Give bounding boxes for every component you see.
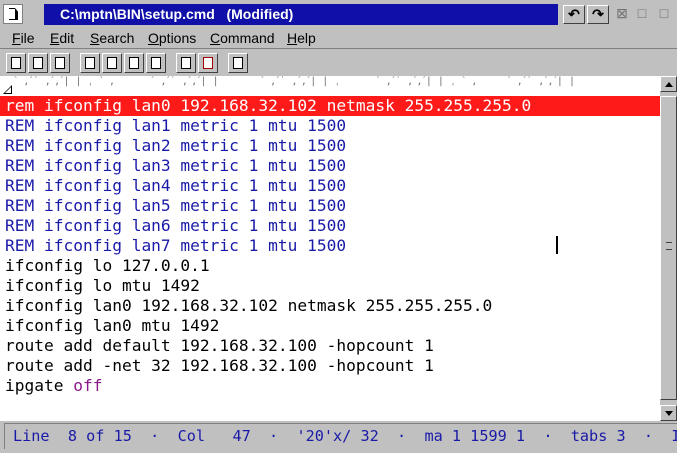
save-icon[interactable] — [6, 53, 26, 73]
text-line[interactable]: ifconfig lo 127.0.0.1 — [0, 256, 660, 276]
ruler-corner-icon — [3, 85, 12, 94]
text-line[interactable]: REM ifconfig lan5 metric 1 mtu 1500 — [0, 196, 660, 216]
vertical-scrollbar[interactable] — [660, 76, 677, 421]
replace-icon[interactable] — [198, 53, 218, 73]
find-icon[interactable] — [176, 53, 196, 73]
tab-ruler[interactable]: ˋ ,ˊ˙ ,ˊ,ˊ| | ˌ ˋ , ˋ ,ˊ˙ ,ˊ,ˊ| | ˋ ,ˊ˙ … — [0, 76, 660, 97]
editor-window: C:\mptn\BIN\setup.cmd (Modified) ↶ ↷ ⊠ □… — [0, 0, 677, 453]
text-line[interactable]: route add -net 32 192.168.32.100 -hopcou… — [0, 356, 660, 376]
mark-block-icon[interactable] — [80, 53, 100, 73]
menu-edit[interactable]: Edit — [50, 29, 74, 47]
text-line-command: ipgate — [5, 376, 74, 395]
toolbar — [0, 50, 677, 76]
text-line[interactable]: REM ifconfig lan4 metric 1 mtu 1500 — [0, 176, 660, 196]
text-line[interactable]: REM ifconfig lan3 metric 1 mtu 1500 — [0, 156, 660, 176]
status-text: Line 8 of 15 · Col 47 · '20'x/ 32 · ma 1… — [13, 427, 677, 445]
title-bar: C:\mptn\BIN\setup.cmd (Modified) ↶ ↷ ⊠ □… — [0, 0, 677, 28]
text-line[interactable]: ifconfig lo mtu 1492 — [0, 276, 660, 296]
menu-options[interactable]: Options — [148, 29, 196, 47]
text-area[interactable]: rem ifconfig lan0 192.168.32.102 netmask… — [0, 96, 660, 421]
text-line[interactable]: ipgate off — [0, 376, 660, 396]
undo-icon[interactable]: ↶ — [563, 5, 585, 24]
status-bar: Line 8 of 15 · Col 47 · '20'x/ 32 · ma 1… — [4, 423, 677, 449]
maximize-icon[interactable]: □ — [653, 5, 675, 24]
menu-command[interactable]: Command — [210, 29, 275, 47]
text-line[interactable]: route add default 192.168.32.100 -hopcou… — [0, 336, 660, 356]
menu-bar: File Edit Search Options Command Help — [0, 28, 677, 49]
restore-icon[interactable]: □ — [631, 5, 653, 24]
mark-char-icon[interactable] — [124, 53, 144, 73]
menu-help[interactable]: Help — [287, 29, 316, 47]
mark-line-icon[interactable] — [102, 53, 122, 73]
keyword-off: off — [73, 376, 103, 395]
scroll-up-icon[interactable] — [660, 76, 677, 92]
text-line-selected[interactable]: rem ifconfig lan0 192.168.32.102 netmask… — [0, 96, 660, 116]
menu-search[interactable]: Search — [90, 29, 134, 47]
text-line[interactable]: REM ifconfig lan2 metric 1 mtu 1500 — [0, 136, 660, 156]
scroll-down-icon[interactable] — [660, 405, 677, 421]
text-cursor — [556, 236, 558, 254]
text-line[interactable]: REM ifconfig lan1 metric 1 mtu 1500 — [0, 116, 660, 136]
minimize-icon[interactable]: ⊠ — [611, 5, 633, 24]
system-menu-icon[interactable] — [3, 4, 23, 24]
ruler-marks: ˋ ,ˊ˙ ,ˊ,ˊ| | ˌ ˋ , ˋ ,ˊ˙ ,ˊ,ˊ| | ˋ ,ˊ˙ … — [2, 76, 575, 87]
menu-file[interactable]: File — [12, 29, 35, 47]
text-line[interactable]: ifconfig lan0 192.168.32.102 netmask 255… — [0, 296, 660, 316]
window-title: C:\mptn\BIN\setup.cmd (Modified) — [44, 4, 558, 25]
document-icon[interactable] — [228, 53, 248, 73]
text-line[interactable]: REM ifconfig lan7 metric 1 mtu 1500 — [0, 236, 660, 256]
redo-icon[interactable]: ↷ — [587, 5, 609, 24]
unmark-icon[interactable] — [146, 53, 166, 73]
scroll-thumb[interactable] — [660, 96, 677, 400]
print-icon[interactable] — [50, 53, 70, 73]
text-line[interactable]: REM ifconfig lan6 metric 1 mtu 1500 — [0, 216, 660, 236]
save-as-icon[interactable] — [28, 53, 48, 73]
text-line[interactable]: ifconfig lan0 mtu 1492 — [0, 316, 660, 336]
